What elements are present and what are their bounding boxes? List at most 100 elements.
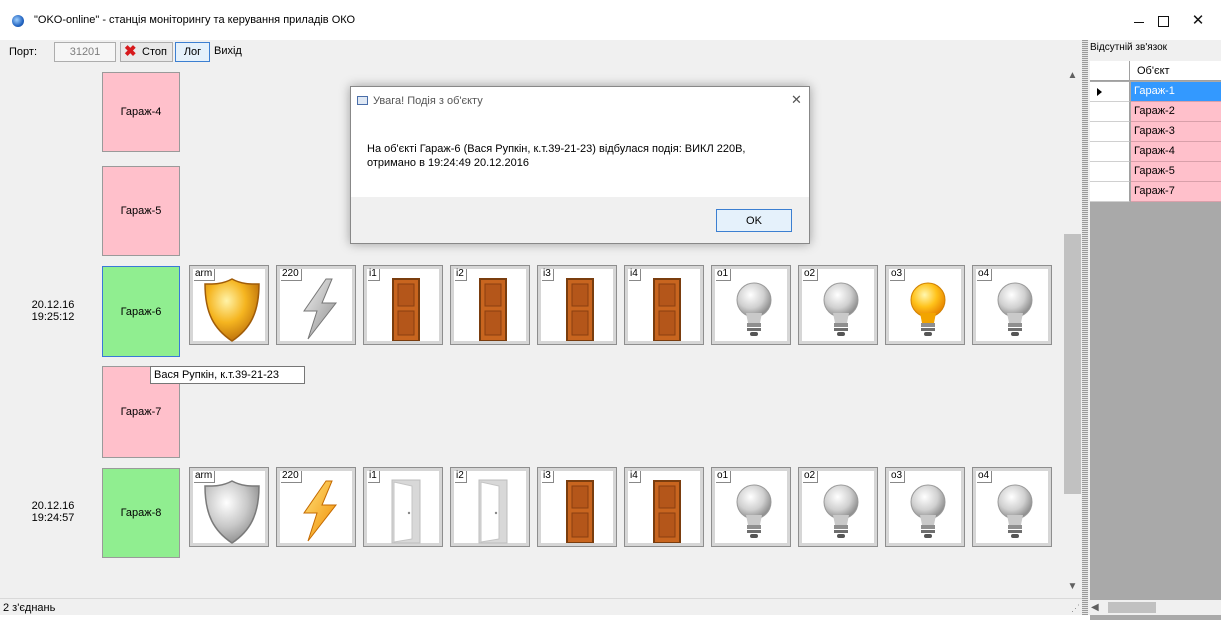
object-tile-garage-4[interactable]: Гараж-4 <box>102 72 180 152</box>
row-header[interactable] <box>1090 122 1130 142</box>
object-name: Гараж-7 <box>120 406 162 418</box>
ok-button[interactable]: OK <box>716 209 792 232</box>
object-name: Гараж-6 <box>120 305 162 318</box>
sensor-label: i2 <box>455 269 467 281</box>
sensor-label: 220 <box>281 269 302 281</box>
log-button[interactable]: Лог <box>175 42 210 62</box>
scroll-left-icon[interactable]: ◀ <box>1091 600 1099 615</box>
sensor-cell-i1[interactable]: i1 <box>363 467 443 547</box>
sensor-cell-o1[interactable]: o1 <box>711 467 791 547</box>
last-event-timestamp-garage-6: 20.12.16 19:25:12 <box>18 299 88 323</box>
tooltip: Вася Рупкін, к.т.39-21-23 <box>150 366 305 384</box>
sensor-cell-i3[interactable]: i3 <box>537 265 617 345</box>
exit-button[interactable]: Вихід <box>214 42 242 62</box>
scroll-down-icon[interactable]: ▼ <box>1063 578 1082 595</box>
sensor-label: o2 <box>803 269 819 281</box>
object-tile-garage-6[interactable]: Гараж-6 <box>102 266 180 357</box>
dialog-message: На об'єкті Гараж-6 (Вася Рупкін, к.т.39-… <box>367 143 746 169</box>
row-header[interactable] <box>1090 82 1130 102</box>
grid-cell-object[interactable]: Гараж-2 <box>1131 102 1221 122</box>
window-title: "OKO-online" - станція моніторингу та ке… <box>34 14 356 26</box>
sensor-label: o3 <box>890 269 906 281</box>
sensor-cell-o2[interactable]: o2 <box>798 467 878 547</box>
offline-panel-title: Відсутній зв'язок <box>1090 42 1168 53</box>
last-event-timestamp-garage-8: 20.12.16 19:24:57 <box>18 500 88 524</box>
sensor-cell-i2[interactable]: i2 <box>450 467 530 547</box>
event-time: 19:24:57 <box>31 512 75 524</box>
grid-row[interactable]: Гараж-1 <box>1090 82 1221 102</box>
row-header[interactable] <box>1090 182 1130 202</box>
sensor-cell-o3[interactable]: o3 <box>885 467 965 547</box>
object-tile-garage-8[interactable]: Гараж-8 <box>102 468 180 558</box>
horizontal-scrollbar[interactable]: ◀ <box>1088 600 1221 615</box>
sensor-label: i3 <box>542 471 554 483</box>
stop-button-label: Стоп <box>142 46 167 58</box>
stop-button[interactable]: ✖ Стоп <box>120 42 173 62</box>
grid-row[interactable]: Гараж-3 <box>1090 122 1221 142</box>
title-bar: "OKO-online" - станція моніторингу та ке… <box>0 0 1221 40</box>
sensor-cell-o3[interactable]: o3 <box>885 265 965 345</box>
scroll-up-icon[interactable]: ▲ <box>1063 67 1082 84</box>
grid-cell-object[interactable]: Гараж-7 <box>1131 182 1221 202</box>
red-x-icon: ✖ <box>124 43 137 60</box>
sensor-cell-o2[interactable]: o2 <box>798 265 878 345</box>
event-date: 20.12.16 <box>31 500 75 512</box>
sensor-label: o4 <box>977 269 993 281</box>
sensor-label: o3 <box>890 471 906 483</box>
sensor-label: arm <box>194 269 216 281</box>
dialog-close-icon[interactable]: ✕ <box>791 92 802 108</box>
sensor-cell-i4[interactable]: i4 <box>624 467 704 547</box>
grid-row[interactable]: Гараж-4 <box>1090 142 1221 162</box>
object-name: Гараж-4 <box>120 106 162 118</box>
grid-row[interactable]: Гараж-5 <box>1090 162 1221 182</box>
sensor-label: i3 <box>542 269 554 281</box>
row-header[interactable] <box>1090 162 1130 182</box>
sensor-cell-220[interactable]: 220 <box>276 265 356 345</box>
close-icon[interactable]: ✕ <box>1175 6 1221 36</box>
sensor-cell-220[interactable]: 220 <box>276 467 356 547</box>
sensor-label: 220 <box>281 471 302 483</box>
sensor-cell-i1[interactable]: i1 <box>363 265 443 345</box>
sensor-cell-i3[interactable]: i3 <box>537 467 617 547</box>
dialog-footer: OK <box>351 197 809 243</box>
event-alert-dialog: Увага! Подія з об'єкту ✕ На об'єкті Гара… <box>350 86 810 244</box>
sensor-cell-o1[interactable]: o1 <box>711 265 791 345</box>
sensor-label: o4 <box>977 471 993 483</box>
grid-header: Об'єкт <box>1090 61 1221 81</box>
sensor-label: o2 <box>803 471 819 483</box>
grid-cell-object[interactable]: Гараж-3 <box>1131 122 1221 142</box>
grid-cell-object[interactable]: Гараж-5 <box>1131 162 1221 182</box>
row-header[interactable] <box>1090 102 1130 122</box>
grid-row[interactable]: Гараж-2 <box>1090 102 1221 122</box>
scroll-thumb[interactable] <box>1064 234 1081 494</box>
event-time: 19:25:12 <box>31 311 75 323</box>
offline-objects-grid: Об'єкт Гараж-1 Гараж-2 Гараж-3 Гараж-4 Гараж… <box>1090 61 1221 620</box>
sensor-label: o1 <box>716 269 732 281</box>
grid-row[interactable]: Гараж-7 <box>1090 182 1221 202</box>
sensor-cell-i2[interactable]: i2 <box>450 265 530 345</box>
sensor-cell-o4[interactable]: o4 <box>972 467 1052 547</box>
sensor-cell-i4[interactable]: i4 <box>624 265 704 345</box>
window-icon <box>357 96 368 105</box>
vertical-scrollbar[interactable]: ▲ ▼ <box>1063 64 1082 598</box>
sensor-label: arm <box>194 471 216 483</box>
sensor-cell-arm[interactable]: arm <box>189 265 269 345</box>
resize-grip-icon[interactable]: ⋰ <box>1071 603 1080 614</box>
port-label: Порт: <box>9 46 37 58</box>
grid-cell-object[interactable]: Гараж-1 <box>1131 82 1221 102</box>
sensor-cell-arm[interactable]: arm <box>189 467 269 547</box>
row-header[interactable] <box>1090 142 1130 162</box>
current-row-arrow-icon <box>1097 88 1102 96</box>
scroll-thumb[interactable] <box>1108 602 1156 613</box>
port-input[interactable] <box>54 42 116 62</box>
dialog-title: Увага! Подія з об'єкту <box>373 95 483 107</box>
connections-status: 2 з'єднань <box>3 602 56 614</box>
status-bar: 2 з'єднань ⋰ <box>0 598 1082 615</box>
column-header-object[interactable]: Об'єкт <box>1137 65 1170 77</box>
object-name: Гараж-5 <box>120 205 162 217</box>
object-tile-garage-5[interactable]: Гараж-5 <box>102 166 180 256</box>
sensor-cell-o4[interactable]: o4 <box>972 265 1052 345</box>
event-date: 20.12.16 <box>31 299 75 311</box>
grid-cell-object[interactable]: Гараж-4 <box>1131 142 1221 162</box>
toolbar: Порт: ✖ Стоп Лог Вихід <box>0 40 1082 64</box>
